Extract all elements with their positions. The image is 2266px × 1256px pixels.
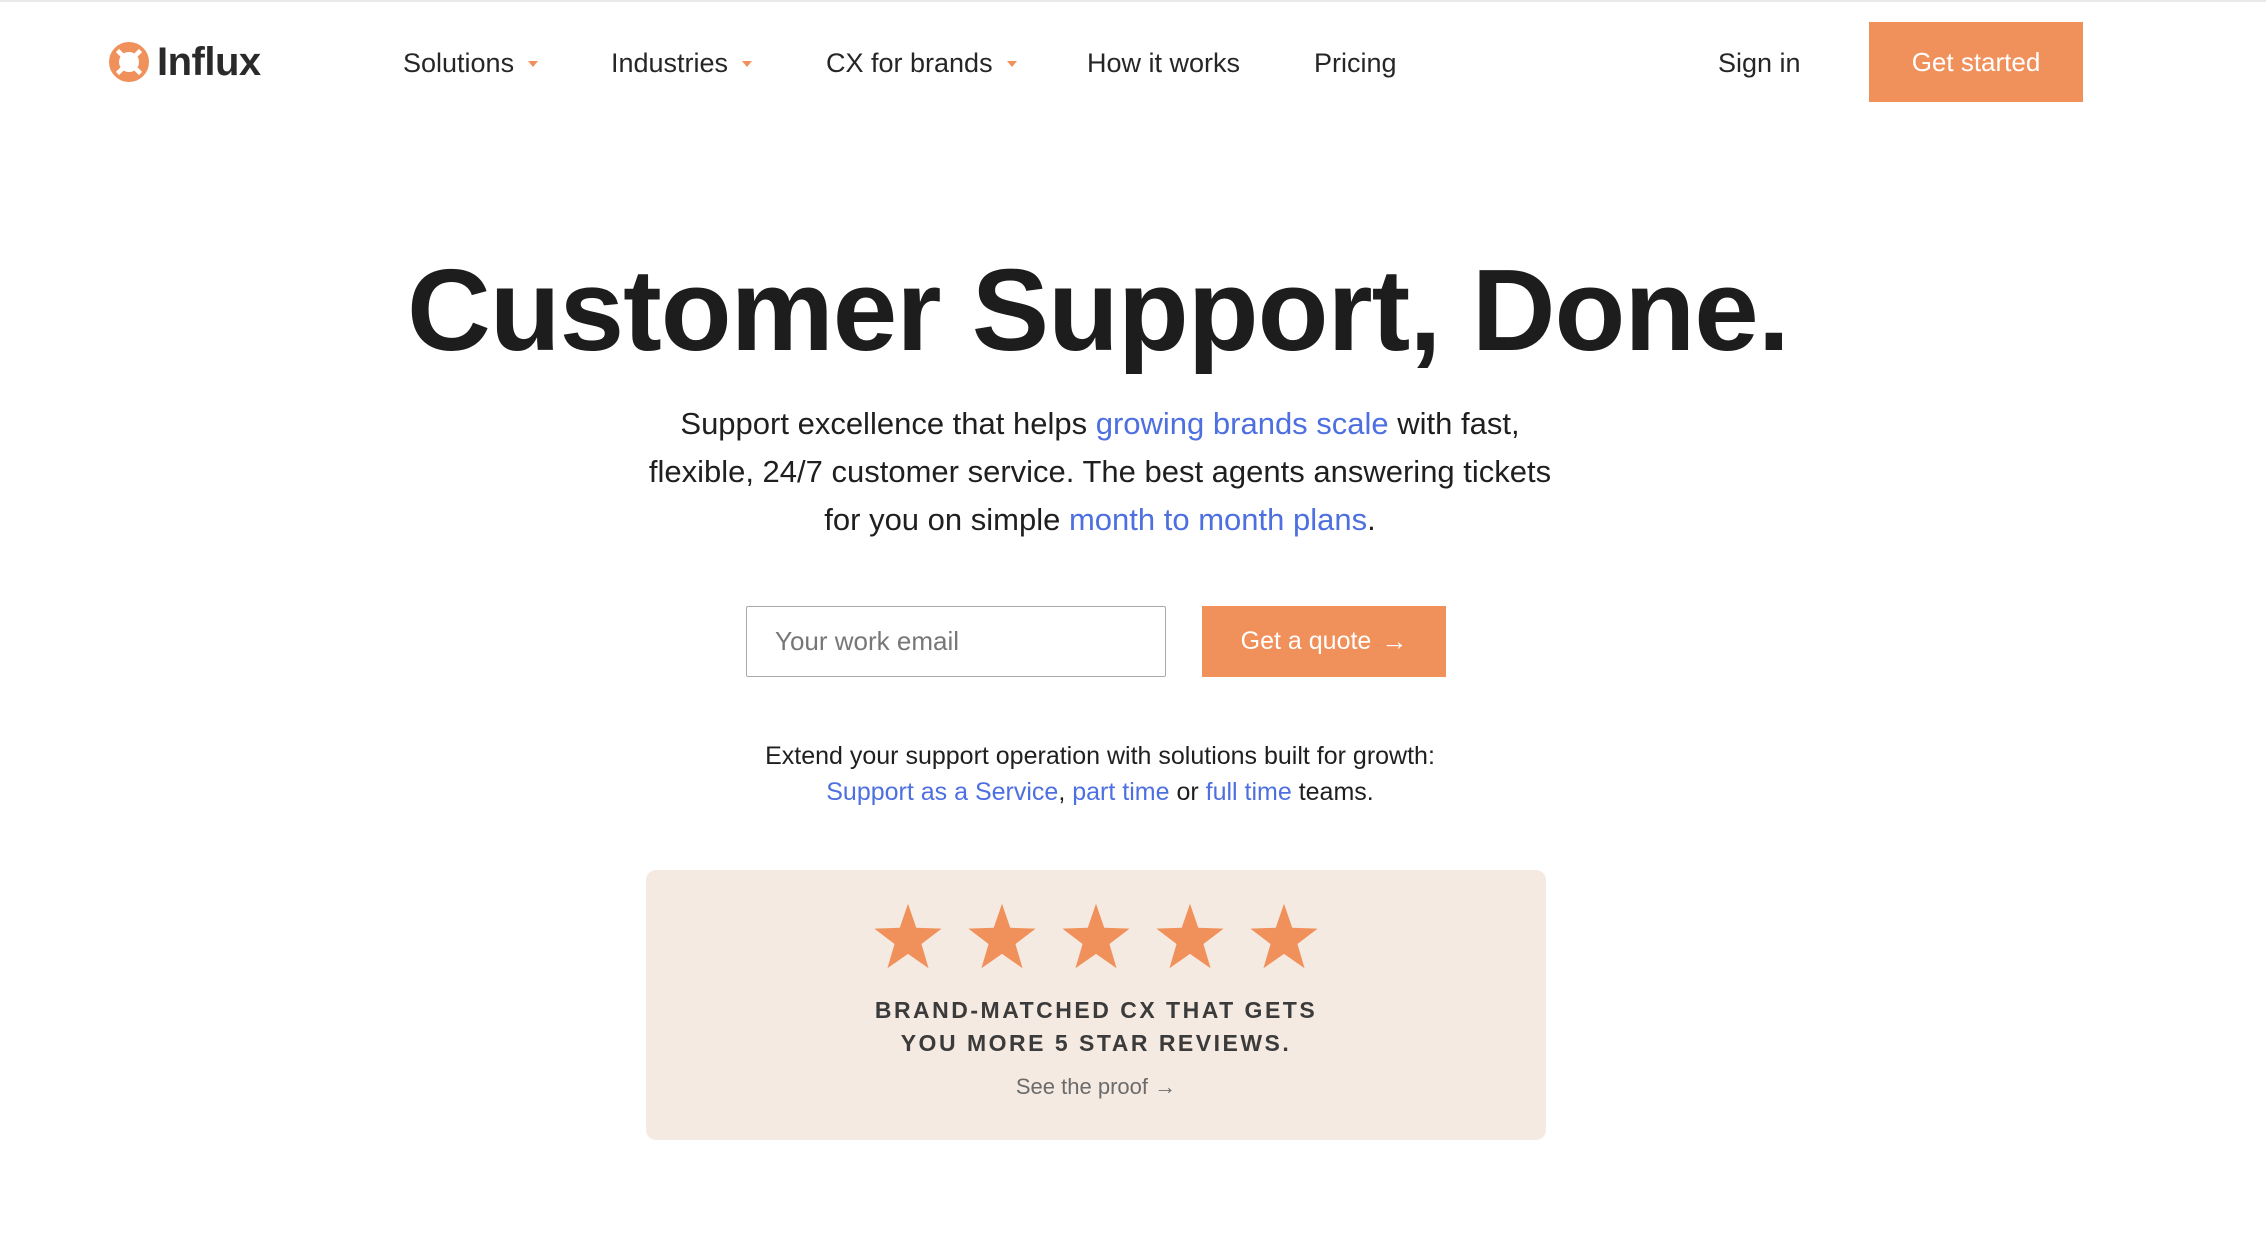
- nav-label: Solutions: [403, 47, 515, 78]
- extend-line2: Support as a Service, part time or full …: [640, 774, 1560, 810]
- growing-brands-link[interactable]: growing brands scale: [1096, 406, 1389, 441]
- arrow-right-icon: →: [1154, 1074, 1177, 1099]
- nav-solutions[interactable]: Solutions: [403, 44, 539, 82]
- part-time-link[interactable]: part time: [1072, 778, 1169, 806]
- extend-or: or: [1169, 778, 1206, 806]
- nav-pricing[interactable]: Pricing: [1314, 44, 1397, 82]
- support-as-a-service-link[interactable]: Support as a Service: [826, 778, 1058, 806]
- star-rating: [646, 902, 1546, 970]
- subtitle-text: .: [1367, 502, 1376, 537]
- nav-cx-for-brands[interactable]: CX for brands: [826, 44, 1017, 82]
- nav-industries[interactable]: Industries: [611, 44, 753, 82]
- full-time-link[interactable]: full time: [1206, 778, 1292, 806]
- review-headline-line1: BRAND-MATCHED CX THAT GETS: [874, 997, 1318, 1023]
- extend-line1: Extend your support operation with solut…: [765, 742, 1435, 770]
- extend-comma: ,: [1058, 778, 1066, 806]
- quote-label: Get a quote: [1240, 627, 1372, 655]
- review-headline: BRAND-MATCHED CX THAT GETS YOU MORE 5 ST…: [646, 994, 1546, 1060]
- logo-link[interactable]: Influx: [107, 40, 261, 84]
- extend-text: Extend your support operation with solut…: [640, 738, 1560, 810]
- star-icon: [1250, 903, 1318, 969]
- lifebuoy-icon: [109, 42, 149, 82]
- see-the-proof-link[interactable]: See the proof →: [646, 1074, 1546, 1100]
- site-header: Influx Solutions Industries CX for brand…: [0, 0, 2266, 124]
- arrow-right-icon: →: [1381, 626, 1408, 656]
- subtitle-text: Support excellence that helps: [680, 406, 1096, 441]
- nav-label: How it works: [1087, 47, 1241, 78]
- proof-label: See the proof: [1015, 1074, 1148, 1099]
- review-headline-line2: YOU MORE 5 STAR REVIEWS.: [900, 1030, 1292, 1056]
- chevron-down-icon: [742, 61, 753, 67]
- star-icon: [1156, 903, 1224, 969]
- nav-label: Industries: [611, 47, 729, 78]
- star-icon: [968, 903, 1036, 969]
- star-icon: [874, 903, 942, 969]
- hero-subtitle: Support excellence that helps growing br…: [640, 400, 1560, 544]
- sign-in-link[interactable]: Sign in: [1718, 44, 1801, 82]
- get-started-button[interactable]: Get started: [1869, 22, 2083, 102]
- get-quote-button[interactable]: Get a quote →: [1202, 606, 1446, 677]
- star-icon: [1062, 903, 1130, 969]
- nav-label: Pricing: [1314, 47, 1397, 78]
- nav-label: CX for brands: [826, 47, 993, 78]
- chevron-down-icon: [528, 61, 539, 67]
- brand-name: Influx: [157, 40, 261, 84]
- month-plans-link[interactable]: month to month plans: [1069, 502, 1367, 537]
- review-card: BRAND-MATCHED CX THAT GETS YOU MORE 5 ST…: [646, 870, 1546, 1140]
- email-input[interactable]: [746, 606, 1166, 677]
- chevron-down-icon: [1006, 61, 1017, 67]
- hero-title: Customer Support, Done.: [407, 245, 1790, 375]
- extend-teams: teams.: [1291, 778, 1374, 806]
- nav-how-it-works[interactable]: How it works: [1087, 44, 1240, 82]
